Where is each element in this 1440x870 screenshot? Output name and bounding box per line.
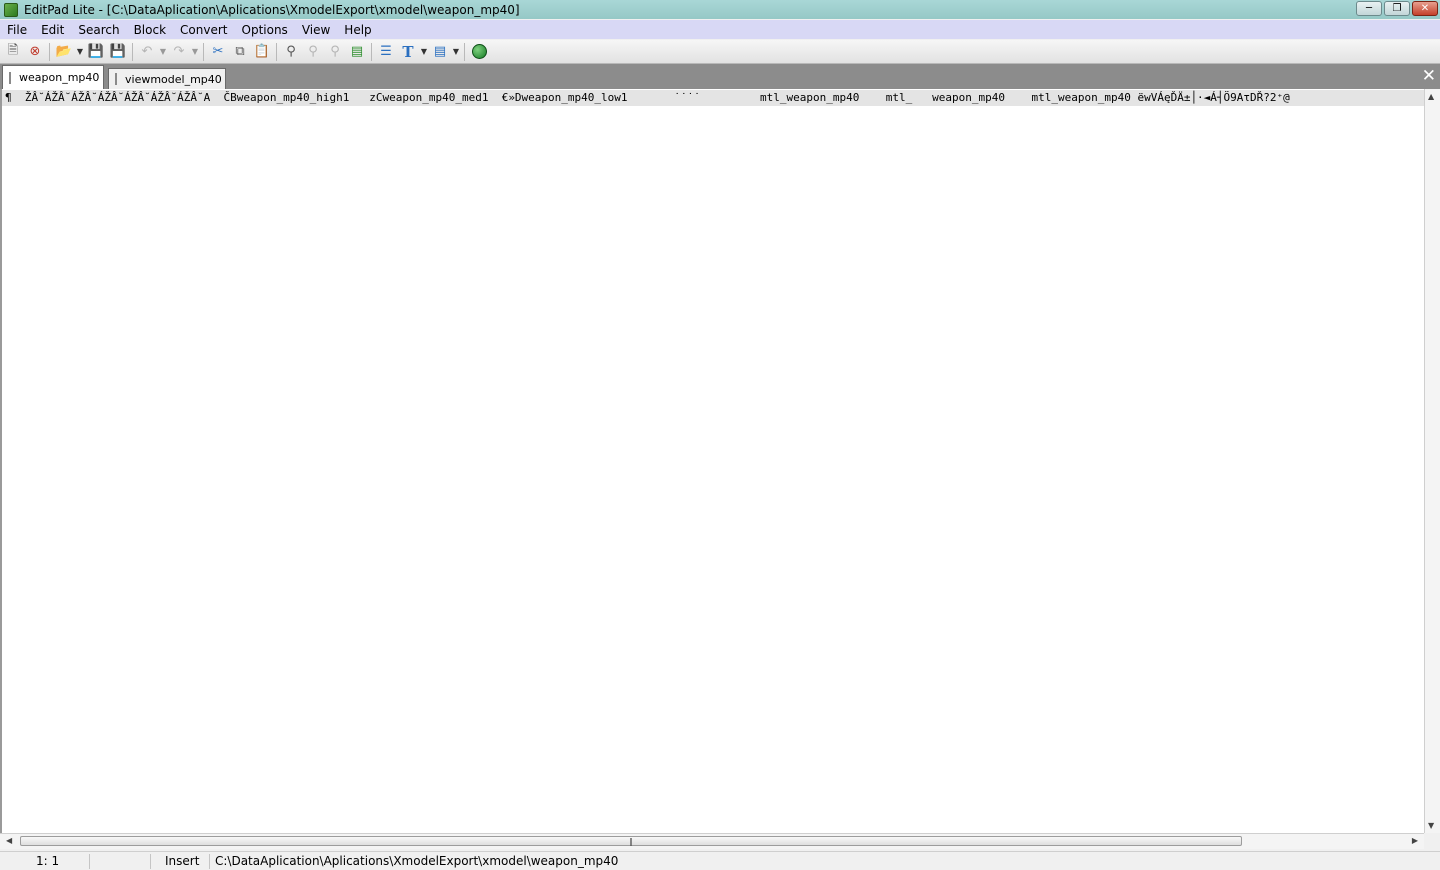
- scroll-right-icon[interactable]: ▶: [1412, 836, 1418, 845]
- toolbar: 🗎 ⊗ 📂 ▼ 💾 💾 ↶ ▼ ↷ ▼ ✂ ⧉ 📋 ⚲ ⚲ ⚲ ▤ ☰ T ▼ …: [0, 40, 1440, 64]
- document-icon: [9, 71, 11, 84]
- find-previous-icon[interactable]: ⚲: [324, 42, 346, 62]
- restore-button[interactable]: ❐: [1384, 1, 1410, 16]
- text-editor[interactable]: ¶ ŽÂ˘ÁŽÂ˘ÁŽÂ˘ÁŽÂ˘ÁŽÂ˘ÁŽÂ˘ÁŽÂ˘A ČBweapon_…: [0, 89, 1425, 833]
- redo-icon[interactable]: ↷: [168, 42, 190, 62]
- horizontal-scroll-thumb[interactable]: ‖: [20, 836, 1242, 846]
- insert-file-icon[interactable]: ☰: [375, 42, 397, 62]
- view-dropdown-icon[interactable]: ▼: [451, 42, 461, 62]
- save-icon[interactable]: 💾: [85, 42, 107, 62]
- tab-bar: weapon_mp40 viewmodel_mp40 ✕: [0, 64, 1440, 89]
- scroll-left-icon[interactable]: ◀: [6, 836, 12, 845]
- web-icon[interactable]: [468, 42, 490, 62]
- title-bar: EditPad Lite - [C:\DataAplication\Aplica…: [0, 0, 1440, 19]
- copy-icon[interactable]: ⧉: [229, 42, 251, 62]
- minimize-icon: ─: [1365, 2, 1373, 14]
- tab-viewmodel-mp40[interactable]: viewmodel_mp40: [108, 68, 226, 89]
- menu-search[interactable]: Search: [71, 23, 126, 37]
- horizontal-scrollbar[interactable]: ◀ ‖ ▶: [0, 833, 1424, 849]
- vertical-scrollbar[interactable]: ▲ ▼: [1424, 89, 1440, 833]
- status-divider: [209, 854, 210, 869]
- close-window-button[interactable]: ✕: [1412, 1, 1438, 16]
- save-all-icon[interactable]: 💾: [107, 42, 129, 62]
- toolbar-separator: [276, 42, 277, 61]
- file-path: C:\DataAplication\Aplications\XmodelExpo…: [215, 854, 619, 868]
- toolbar-separator: [203, 42, 204, 61]
- view-icon[interactable]: ▤: [429, 42, 451, 62]
- menu-block[interactable]: Block: [127, 23, 173, 37]
- menu-edit[interactable]: Edit: [34, 23, 71, 37]
- status-divider: [150, 854, 151, 869]
- document-icon: [115, 73, 117, 85]
- search-icon[interactable]: ⚲: [280, 42, 302, 62]
- tab-weapon-mp40[interactable]: weapon_mp40: [2, 65, 104, 89]
- find-next-icon[interactable]: ⚲: [302, 42, 324, 62]
- tab-label: viewmodel_mp40: [125, 72, 222, 86]
- menu-options[interactable]: Options: [235, 23, 295, 37]
- grip-icon: ‖: [629, 836, 633, 846]
- restore-icon: ❐: [1392, 2, 1402, 14]
- undo-icon[interactable]: ↶: [136, 42, 158, 62]
- open-dropdown-icon[interactable]: ▼: [75, 42, 85, 62]
- paste-icon[interactable]: 📋: [251, 42, 273, 62]
- close-tab-icon[interactable]: ✕: [1422, 67, 1436, 86]
- close-file-icon[interactable]: ⊗: [24, 42, 46, 62]
- menu-convert[interactable]: Convert: [173, 23, 234, 37]
- menu-help[interactable]: Help: [337, 23, 378, 37]
- tab-label: weapon_mp40: [19, 71, 100, 84]
- cursor-position: 1: 1: [36, 854, 60, 868]
- status-bar: 1: 1 Insert C:\DataAplication\Aplication…: [0, 851, 1440, 870]
- open-file-icon[interactable]: 📂: [53, 42, 75, 62]
- font-icon[interactable]: T: [397, 42, 419, 62]
- toolbar-separator: [49, 42, 50, 61]
- insert-mode[interactable]: Insert: [165, 854, 199, 868]
- font-dropdown-icon[interactable]: ▼: [419, 42, 429, 62]
- scroll-up-icon[interactable]: ▲: [1428, 92, 1434, 101]
- minimize-button[interactable]: ─: [1356, 1, 1382, 16]
- scroll-down-icon[interactable]: ▼: [1428, 821, 1434, 830]
- menu-bar: File Edit Search Block Convert Options V…: [0, 20, 1440, 39]
- menu-file[interactable]: File: [0, 23, 34, 37]
- status-divider: [89, 854, 90, 869]
- window-controls: ─ ❐ ✕: [1356, 1, 1438, 16]
- close-icon: ✕: [1420, 2, 1430, 14]
- scrollbar-corner: [1424, 833, 1440, 849]
- window-title: EditPad Lite - [C:\DataAplication\Aplica…: [24, 2, 520, 17]
- toolbar-separator: [371, 42, 372, 61]
- replace-icon[interactable]: ▤: [346, 42, 368, 62]
- globe-icon: [471, 44, 487, 59]
- undo-dropdown-icon[interactable]: ▼: [158, 42, 168, 62]
- new-file-icon[interactable]: 🗎: [2, 42, 24, 62]
- menu-view[interactable]: View: [295, 23, 337, 37]
- redo-dropdown-icon[interactable]: ▼: [190, 42, 200, 62]
- toolbar-separator: [132, 42, 133, 61]
- cut-icon[interactable]: ✂: [207, 42, 229, 62]
- toolbar-separator: [464, 42, 465, 61]
- editor-line[interactable]: ¶ ŽÂ˘ÁŽÂ˘ÁŽÂ˘ÁŽÂ˘ÁŽÂ˘ÁŽÂ˘ÁŽÂ˘A ČBweapon_…: [2, 90, 1425, 106]
- editpad-app-icon[interactable]: [4, 2, 18, 17]
